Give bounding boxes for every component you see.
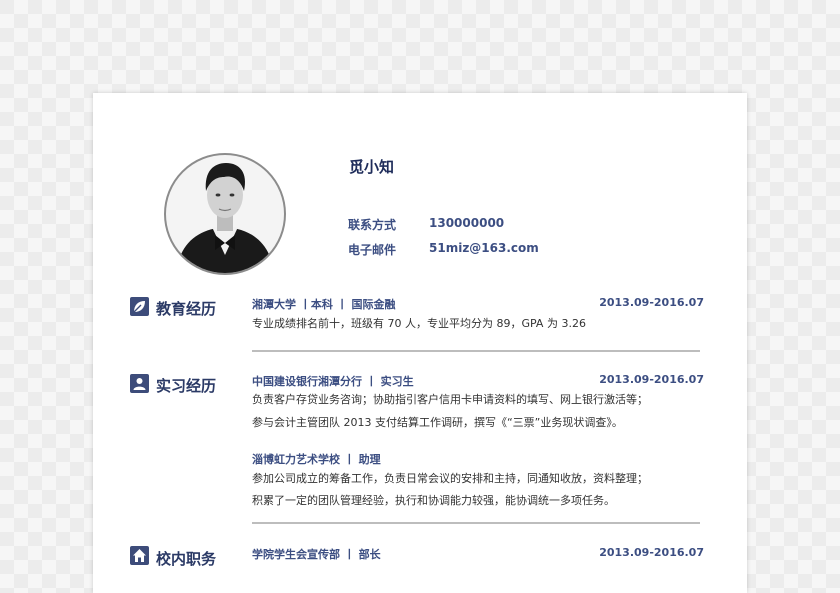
education-section-title: 教育经历 [156,300,217,318]
education-entry-date: 2013.09-2016.07 [599,296,704,309]
campus-entry-date: 2013.09-2016.07 [599,546,704,559]
section-divider [252,350,700,352]
internship-entry-line: 积累了一定的团队管理经验，执行和协调能力较强，能协调统一多项任务。 [252,494,615,507]
email-label: 电子邮件 [348,243,397,257]
home-icon [130,546,149,565]
campus-entry-title: 学院学生会宣传部 丨 部长 [252,548,381,561]
internship-entry-line: 参与会计主管团队 2013 支付结算工作调研，撰写《“三票”业务现状调查》。 [252,416,623,429]
resume-page: 觅小知 联系方式 130000000 电子邮件 51miz@163.com 教育… [93,93,747,593]
resume-name: 觅小知 [349,158,395,176]
contact-label: 联系方式 [348,218,397,232]
person-portrait-icon [176,163,274,273]
contact-value: 130000000 [429,216,505,230]
internship-entry-title: 中国建设银行湘潭分行 丨 实习生 [252,375,414,388]
internship-entry-date: 2013.09-2016.07 [599,373,704,386]
education-entry-line: 专业成绩排名前十，班级有 70 人，专业平均分为 89，GPA 为 3.26 [252,317,586,330]
education-entry-title: 湘潭大学 丨本科 丨 国际金融 [252,298,396,311]
profile-photo [164,153,286,275]
section-divider [252,522,700,524]
user-card-icon [130,374,149,393]
internship-entry-line: 参加公司成立的筹备工作，负责日常会议的安排和主持，同通知收放，资料整理； [252,472,648,485]
campus-section-title: 校内职务 [156,550,217,568]
internship-entry-line: 负责客户存贷业务咨询；协助指引客户信用卡申请资料的填写、网上银行激活等； [252,393,648,406]
internship-section-title: 实习经历 [156,377,217,395]
email-value: 51miz@163.com [429,241,539,255]
internship-entry-title: 淄博虹力艺术学校 丨 助理 [252,453,381,466]
leaf-icon [130,297,149,316]
